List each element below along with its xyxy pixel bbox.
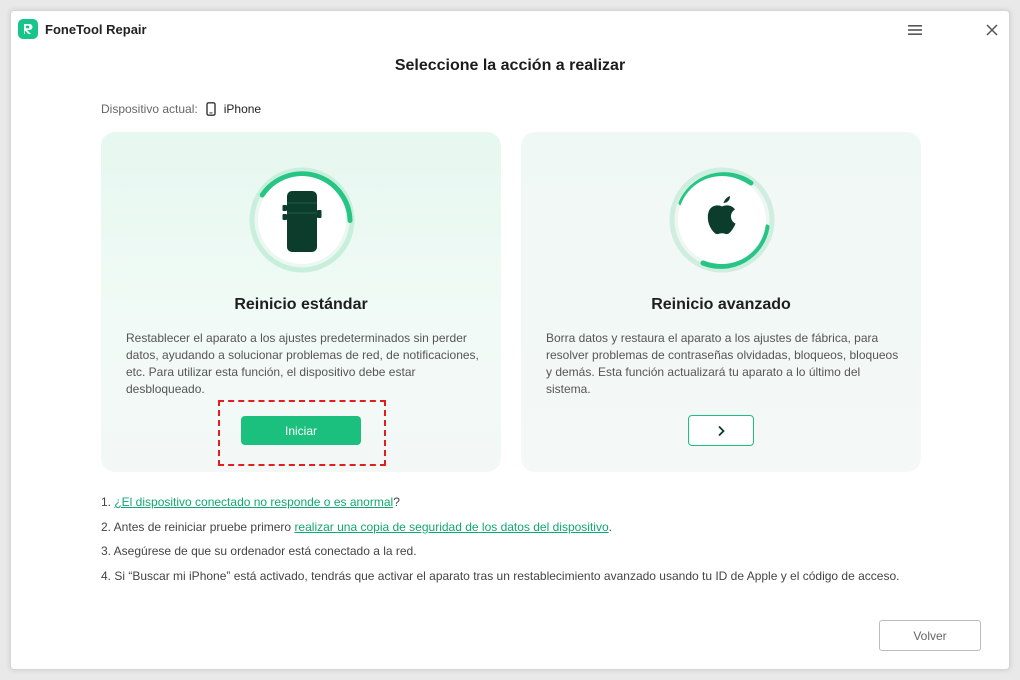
- standard-reset-icon: [247, 165, 357, 275]
- note-item: 3. Asegúrese de que su ordenador está co…: [101, 544, 417, 558]
- current-device: Dispositivo actual: iPhone: [101, 100, 261, 118]
- close-icon[interactable]: [981, 19, 1003, 41]
- menu-icon[interactable]: [904, 19, 926, 41]
- backup-data-link[interactable]: realizar una copia de seguridad de los d…: [294, 520, 608, 534]
- chevron-right-icon: [718, 425, 725, 436]
- title-bar: FoneTool Repair: [11, 11, 1009, 49]
- device-name: iPhone: [223, 102, 262, 116]
- advanced-reset-title: Reinicio avanzado: [651, 296, 791, 313]
- notes-list: 1. ¿El dispositivo conectado no responde…: [101, 494, 901, 592]
- note-item: 1. ¿El dispositivo conectado no responde…: [101, 495, 400, 509]
- phone-icon: [206, 102, 216, 116]
- advanced-reset-description: Borra datos y restaura el aparato a los …: [546, 331, 899, 396]
- app-title: FoneTool Repair: [45, 22, 147, 37]
- unresponsive-device-link[interactable]: ¿El dispositivo conectado no responde o …: [114, 495, 393, 509]
- page-title: Seleccione la acción a realizar: [394, 57, 626, 74]
- advanced-next-button[interactable]: [688, 415, 754, 446]
- note-item: 4. Si “Buscar mi iPhone” está activado, …: [101, 568, 900, 583]
- back-button[interactable]: Volver: [879, 620, 981, 651]
- start-button[interactable]: Iniciar: [241, 416, 361, 445]
- device-label: Dispositivo actual:: [101, 102, 198, 116]
- advanced-reset-icon: [667, 165, 777, 275]
- app-logo-icon: [18, 19, 38, 39]
- note-item: 2. Antes de reiniciar pruebe primero rea…: [101, 519, 612, 534]
- advanced-reset-card: Reinicio avanzado Borra datos y restaura…: [521, 132, 921, 472]
- standard-reset-description: Restablecer el aparato a los ajustes pre…: [126, 331, 479, 396]
- standard-reset-title: Reinicio estándar: [234, 296, 368, 313]
- app-window: FoneTool Repair Seleccione la acción a r…: [10, 10, 1010, 670]
- standard-reset-card: Reinicio estándar Restablecer el aparato…: [101, 132, 501, 472]
